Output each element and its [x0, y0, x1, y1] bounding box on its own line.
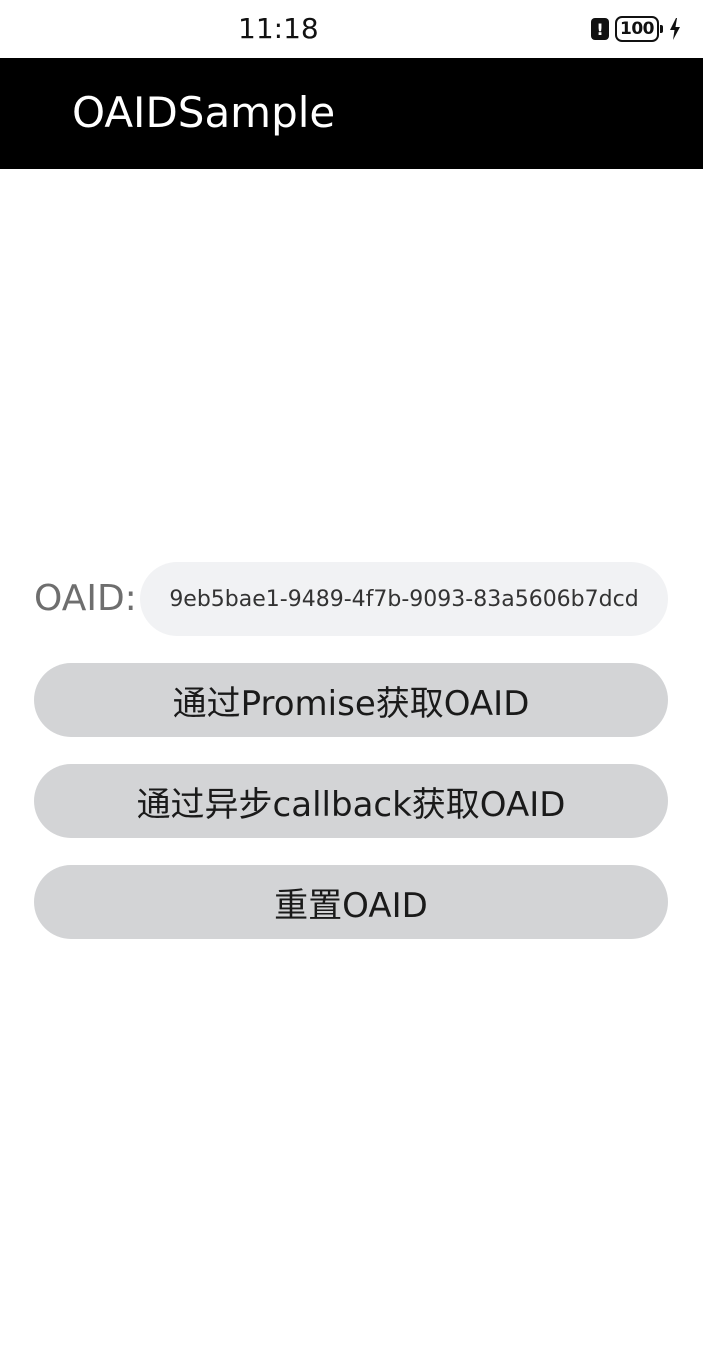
reset-oaid-button[interactable]: 重置OAID [34, 865, 668, 939]
oaid-value-field[interactable]: 9eb5bae1-9489-4f7b-9093-83a5606b7dcd [140, 562, 668, 636]
alert-icon: ! [591, 18, 609, 40]
battery-tip [660, 25, 663, 33]
status-time: 11:18 [238, 12, 319, 45]
get-oaid-callback-button[interactable]: 通过异步callback获取OAID [34, 764, 668, 838]
battery-icon: 100 [615, 16, 659, 42]
status-bar: 11:18 ! 100 [0, 0, 703, 58]
status-icons: ! 100 [591, 15, 681, 43]
app-bar: OAIDSample [0, 58, 703, 169]
oaid-row: OAID: 9eb5bae1-9489-4f7b-9093-83a5606b7d… [34, 562, 668, 636]
charging-icon [669, 18, 681, 40]
app-title: OAIDSample [72, 88, 336, 137]
oaid-label: OAID: [34, 578, 137, 619]
get-oaid-promise-button[interactable]: 通过Promise获取OAID [34, 663, 668, 737]
battery-level: 100 [620, 19, 655, 39]
